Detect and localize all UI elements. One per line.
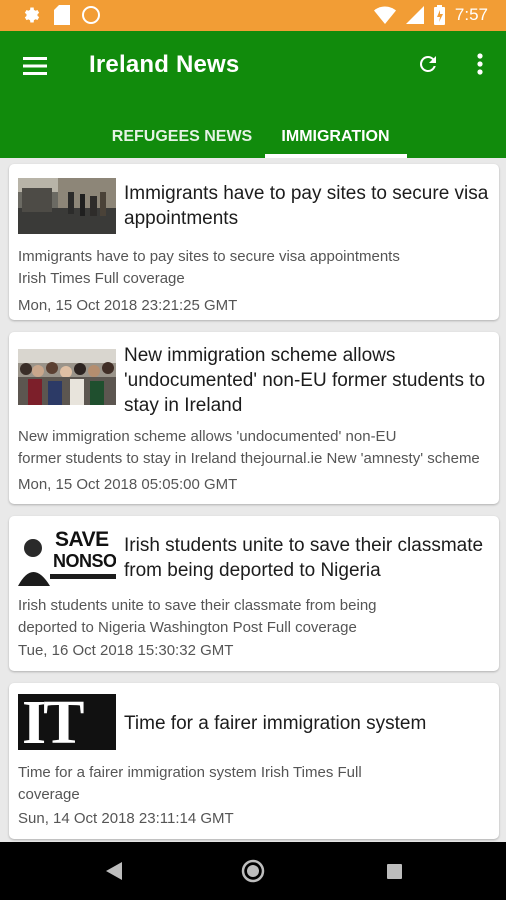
article-snippet: Immigrants have to pay sites to secure v… xyxy=(18,248,400,287)
circle-icon xyxy=(82,6,100,24)
tab-refugees-news[interactable]: REFUGEES NEWS xyxy=(100,115,264,158)
article-card[interactable]: New immigration scheme allows 'undocumen… xyxy=(9,332,499,504)
article-thumbnail xyxy=(18,349,116,405)
tab-bar: REFUGEES NEWS IMMIGRATION xyxy=(0,115,506,158)
article-card[interactable]: Immigrants have to pay sites to secure v… xyxy=(9,164,499,320)
article-date: Mon, 15 Oct 2018 23:21:25 GMT xyxy=(18,297,238,314)
article-thumbnail: IT xyxy=(18,694,116,750)
article-date: Sun, 14 Oct 2018 23:11:14 GMT xyxy=(18,810,234,827)
tab-immigration[interactable]: IMMIGRATION xyxy=(264,115,407,158)
article-snippet: Irish students unite to save their class… xyxy=(18,597,377,636)
wifi-icon xyxy=(373,6,396,24)
battery-icon xyxy=(433,5,445,25)
article-headline[interactable]: Immigrants have to pay sites to secure v… xyxy=(124,181,491,231)
back-triangle-icon[interactable] xyxy=(97,854,131,888)
article-headline[interactable]: Irish students unite to save their class… xyxy=(124,533,491,583)
article-snippet: Time for a fairer immigration system Iri… xyxy=(18,764,362,803)
article-headline[interactable]: Time for a fairer immigration system xyxy=(124,711,491,736)
recents-square-icon[interactable] xyxy=(377,854,411,888)
status-bar: 7:57 xyxy=(0,0,506,31)
refresh-icon[interactable] xyxy=(411,47,445,81)
article-snippet: New immigration scheme allows 'undocumen… xyxy=(18,428,480,467)
sd-card-icon xyxy=(54,5,70,25)
more-vert-icon[interactable] xyxy=(463,47,497,81)
news-feed[interactable]: Immigrants have to pay sites to secure v… xyxy=(0,158,506,842)
app-title: Ireland News xyxy=(89,51,240,78)
save-nonso-text: SAVE xyxy=(55,530,109,551)
article-date: Tue, 16 Oct 2018 15:30:32 GMT xyxy=(18,642,234,659)
article-card[interactable]: SAVE NONSO Irish students unite to save … xyxy=(9,516,499,671)
home-circle-icon[interactable] xyxy=(236,854,270,888)
article-thumbnail xyxy=(18,178,116,234)
article-headline[interactable]: New immigration scheme allows 'undocumen… xyxy=(124,343,491,418)
hamburger-menu-icon[interactable] xyxy=(18,49,52,83)
article-card[interactable]: IT Time for a fairer immigration system … xyxy=(9,683,499,839)
article-thumbnail: SAVE NONSO xyxy=(18,530,116,586)
article-date: Mon, 15 Oct 2018 05:05:00 GMT xyxy=(18,476,238,493)
save-nonso-text: NONSO xyxy=(53,551,116,571)
status-time: 7:57 xyxy=(454,5,488,24)
signal-icon xyxy=(405,6,424,24)
irish-times-logo: IT xyxy=(22,694,85,750)
app-bar: Ireland News REFUGEES NEWS IMMIGRATION xyxy=(0,31,506,158)
system-nav-bar xyxy=(0,842,506,900)
settings-icon xyxy=(22,5,42,25)
